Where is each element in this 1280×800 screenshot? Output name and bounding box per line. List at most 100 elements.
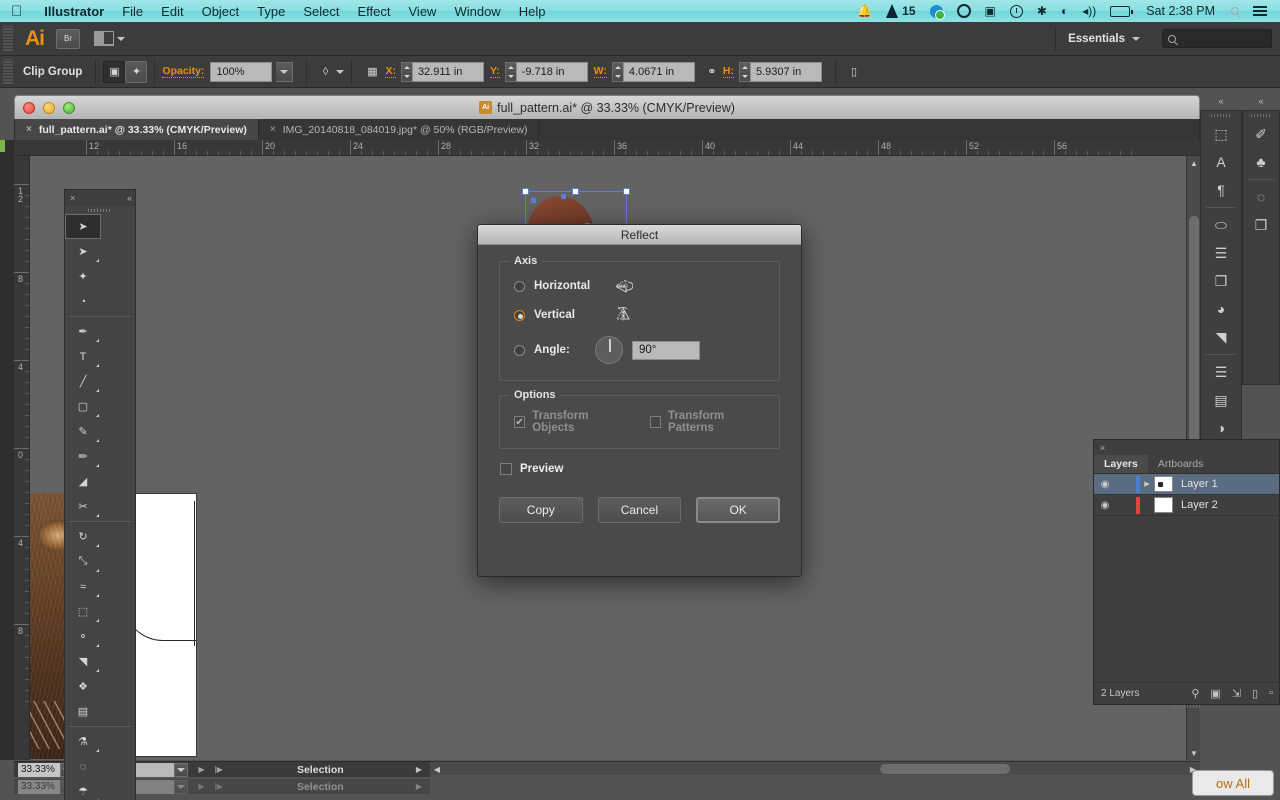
dock-grip[interactable]	[1243, 111, 1279, 120]
opacity-input[interactable]: 100%	[210, 61, 273, 82]
menu-bar-clock[interactable]: Sat 2:38 PM	[1137, 4, 1224, 18]
reference-point-icon[interactable]: ▦	[359, 61, 385, 83]
delete-layer-icon[interactable]: ▫	[1269, 687, 1273, 700]
layer-expand-icon[interactable]: ▶	[1140, 480, 1154, 488]
scroll-left-arrow-icon[interactable]: ◀	[430, 762, 444, 776]
close-icon[interactable]: ×	[1100, 443, 1105, 453]
status-menu-icon[interactable]: ▶	[408, 765, 430, 774]
menu-effect[interactable]: Effect	[348, 4, 399, 19]
layers-panel-resize-grip[interactable]	[1094, 704, 1279, 709]
menu-help[interactable]: Help	[510, 4, 555, 19]
pathfinder-panel-icon[interactable]: ❐	[1201, 267, 1241, 295]
lasso-tool[interactable]: ◔	[65, 289, 101, 314]
character-panel-icon[interactable]: A	[1201, 148, 1241, 176]
vector-path-artwork-edge[interactable]	[194, 501, 196, 646]
x-stepper[interactable]	[400, 61, 412, 82]
swatches-panel-icon[interactable]: ▤	[1201, 386, 1241, 414]
appbar-grip[interactable]	[3, 25, 13, 52]
blob-brush-tool[interactable]: ◢	[65, 469, 101, 494]
radio-vertical[interactable]	[514, 309, 525, 321]
blend-tool[interactable]: ◌	[65, 754, 101, 779]
spotlight-search-icon[interactable]	[1224, 7, 1246, 15]
paintbrush-tool[interactable]: ✎	[65, 419, 101, 444]
layer-row-2[interactable]: ◉ Layer 2	[1094, 495, 1279, 516]
mesh-tool[interactable]: ❖	[65, 674, 101, 699]
h-input[interactable]: 5.9307 in	[749, 61, 822, 82]
transparency-panel-icon[interactable]: ◑	[1201, 414, 1241, 442]
artboards-panel-icon[interactable]: ⬚	[1201, 120, 1241, 148]
stroke-weight-panel-icon[interactable]: ◌	[1243, 183, 1279, 211]
create-sublayer-icon[interactable]: ⇲	[1232, 687, 1241, 700]
arrange-documents-button[interactable]	[94, 31, 125, 46]
color-panel-icon[interactable]: ◕	[1201, 295, 1241, 323]
menu-illustrator[interactable]: Illustrator	[35, 4, 113, 19]
perspective-grid-tool[interactable]: ◥	[65, 649, 101, 674]
menu-object[interactable]: Object	[193, 4, 249, 19]
symbol-sprayer-tool[interactable]: ☂	[65, 779, 101, 800]
layer-name[interactable]: Layer 2	[1173, 499, 1218, 511]
x-input[interactable]: 32.911 in	[411, 61, 484, 82]
free-transform-tool[interactable]: ⬚	[65, 599, 101, 624]
ok-button[interactable]: OK	[696, 497, 780, 523]
angle-input[interactable]: 90°	[632, 340, 700, 360]
preview-checkbox[interactable]	[500, 463, 512, 475]
transform-objects-checkbox[interactable]: ✔	[514, 416, 526, 428]
constrain-proportions-icon[interactable]: ⚭	[701, 61, 723, 83]
select-similar-objects-icon[interactable]: ◊	[314, 61, 336, 83]
battery-icon[interactable]	[1103, 5, 1137, 17]
path-anchor-point[interactable]	[531, 198, 536, 203]
zoom-level-input[interactable]: 33.33%	[18, 762, 60, 777]
transform-patterns-checkbox[interactable]	[649, 416, 661, 428]
horizontal-ruler[interactable]: 12 16 20 24 28 32 36 40 44 48 52 56	[14, 140, 1200, 156]
type-tool[interactable]: T	[65, 344, 101, 369]
shape-builder-tool[interactable]: ⚬	[65, 624, 101, 649]
selection-tool[interactable]: ➤	[65, 214, 101, 239]
wifi-icon[interactable]: ◐	[1054, 4, 1075, 18]
collapse-icon[interactable]: «	[1218, 96, 1223, 106]
pen-tool[interactable]: ✒	[65, 319, 101, 344]
dropbox-icon[interactable]	[923, 4, 950, 20]
scroll-down-arrow-icon[interactable]: ▼	[1187, 746, 1201, 760]
tools-panel-header[interactable]: × «	[65, 190, 135, 206]
locate-object-icon[interactable]: ⚲	[1191, 687, 1199, 700]
layers-panel-icon[interactable]: ❐	[1243, 211, 1279, 239]
bell-icon[interactable]: 🔔	[850, 4, 879, 18]
transform-panel-icon[interactable]: ▯	[843, 61, 865, 83]
menu-type[interactable]: Type	[248, 4, 294, 19]
vertical-scroll-thumb[interactable]	[1189, 216, 1199, 446]
menu-select[interactable]: Select	[294, 4, 348, 19]
preview-checkbox-row[interactable]: Preview	[500, 463, 780, 475]
make-mask-icon[interactable]: ▣	[1210, 687, 1220, 700]
dock-grip[interactable]	[1201, 111, 1241, 120]
close-icon[interactable]: ×	[70, 193, 75, 203]
opacity-dropdown[interactable]	[276, 61, 294, 82]
paragraph-panel-icon[interactable]: ¶	[1201, 176, 1241, 204]
time-machine-icon[interactable]	[1003, 4, 1030, 18]
document-tab-img[interactable]: × IMG_20140818_084019.jpg* @ 50% (RGB/Pr…	[259, 119, 540, 140]
width-tool[interactable]: ≈	[65, 574, 101, 599]
tab-artboards[interactable]: Artboards	[1148, 455, 1214, 473]
isolate-selected-object-icon[interactable]: ▣	[103, 60, 126, 83]
gradient-panel-icon[interactable]: ◥	[1201, 323, 1241, 351]
radio-vertical-row[interactable]: Vertical	[514, 306, 765, 323]
menu-edit[interactable]: Edit	[152, 4, 192, 19]
w-input[interactable]: 4.0671 in	[622, 61, 695, 82]
gradient-tool[interactable]: ▤	[65, 699, 101, 724]
rectangle-tool[interactable]: ▢	[65, 394, 101, 419]
app-icon[interactable]: ▣	[978, 4, 1003, 18]
eraser-tool[interactable]: ✂	[65, 494, 101, 519]
horizontal-scroll-thumb[interactable]	[880, 764, 1010, 774]
selection-handle[interactable]	[623, 188, 630, 195]
layer-row-1[interactable]: ◉ ▶ Layer 1	[1094, 474, 1279, 495]
controlbar-grip[interactable]	[3, 58, 13, 85]
path-anchor-point[interactable]	[561, 194, 566, 199]
selection-handle[interactable]	[522, 188, 529, 195]
angle-row[interactable]: Angle: 90°	[514, 336, 765, 364]
h-stepper[interactable]	[738, 61, 750, 82]
bluetooth-icon[interactable]: ✱	[1030, 4, 1054, 18]
scroll-up-arrow-icon[interactable]: ▲	[1187, 156, 1201, 170]
transform-objects-checkbox-row[interactable]: ✔ Transform Objects	[514, 410, 626, 434]
layer-visibility-icon[interactable]: ◉	[1094, 500, 1116, 511]
tab-layers[interactable]: Layers	[1094, 455, 1148, 473]
bridge-button[interactable]: Br	[56, 28, 80, 49]
